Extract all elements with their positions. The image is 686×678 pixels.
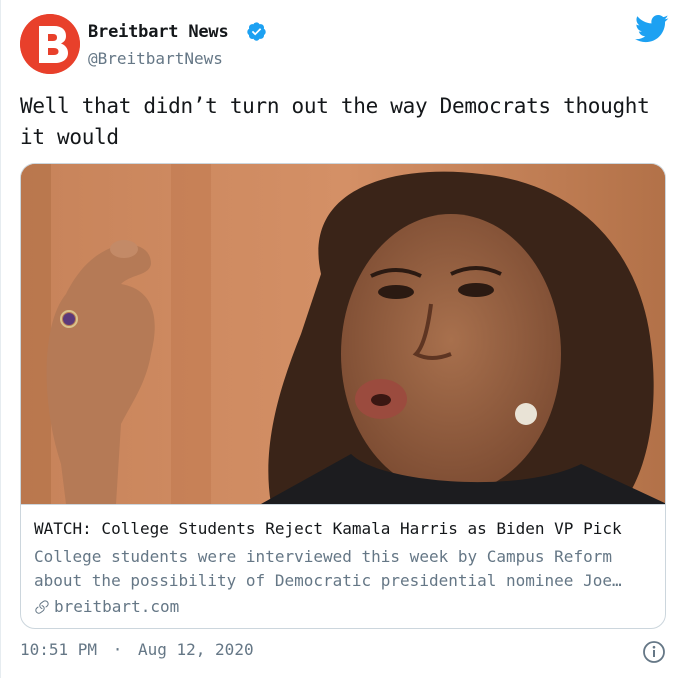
tweet-text: Well that didn’t turn out the way Democr… <box>20 94 650 149</box>
verified-badge-icon <box>247 22 266 41</box>
link-icon <box>35 599 49 614</box>
card-domain-text[interactable]: breitbart.com <box>54 597 179 616</box>
card-body[interactable]: WATCH: College Students Reject Kamala Ha… <box>21 504 665 628</box>
avatar[interactable] <box>20 14 80 74</box>
author-handle[interactable]: @BreitbartNews <box>88 49 223 68</box>
tweet-date[interactable]: Aug 12, 2020 <box>138 640 254 659</box>
twitter-bird-icon[interactable] <box>635 14 669 44</box>
card-photo <box>21 164 665 504</box>
link-card[interactable]: WATCH: College Students Reject Kamala Ha… <box>20 163 666 629</box>
breitbart-logo <box>20 14 80 74</box>
card-title[interactable]: WATCH: College Students Reject Kamala Ha… <box>34 519 622 538</box>
separator: · <box>112 640 123 659</box>
tweet: Breitbart News @BreitbartNews Well that … <box>0 0 686 678</box>
tweet-time[interactable]: 10:51 PM <box>20 640 97 659</box>
info-icon[interactable] <box>642 640 666 664</box>
card-image[interactable] <box>21 164 665 504</box>
card-description: College students were interviewed this w… <box>34 547 622 590</box>
author-name[interactable]: Breitbart News <box>88 22 229 42</box>
card-domain[interactable]: breitbart.com <box>34 597 179 616</box>
timestamp[interactable]: 10:51 PM · Aug 12, 2020 <box>20 640 254 659</box>
